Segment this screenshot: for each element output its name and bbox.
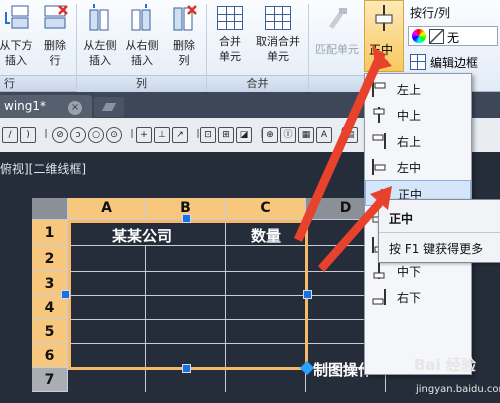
annotation-arrows xyxy=(294,44,392,272)
watermark-logo: Bai 经验 xyxy=(414,356,476,374)
watermark: Bai 经验 jingyan.baidu.com xyxy=(410,354,500,403)
arrow-to-menu xyxy=(318,196,386,272)
watermark-url: jingyan.baidu.com xyxy=(416,384,500,395)
